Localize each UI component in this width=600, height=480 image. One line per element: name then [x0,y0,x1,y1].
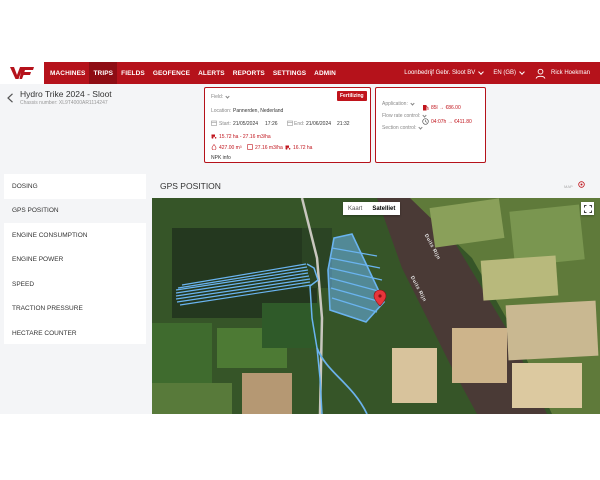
start-date: 21/05/2024 [233,121,259,127]
user-icon [535,68,546,79]
language-selector[interactable]: EN (GB) [488,69,529,76]
user-menu[interactable]: Rick Hoekman [529,68,600,79]
gps-map[interactable]: Duits Rijn Duits Rijn Kaart Satelliet [152,198,600,414]
flow-rate-selector[interactable]: Flow rate control: [382,113,427,119]
sidebar-item-hectare-counter[interactable]: HECTARE COUNTER [4,321,146,346]
fuel-pump-icon [423,105,429,111]
trip-title: Hydro Trike 2024 - Sloot [20,89,112,99]
nav-item-reports[interactable]: REPORTS [229,62,269,84]
sidebar-item-engine-consumption[interactable]: ENGINE CONSUMPTION [4,223,146,248]
fullscreen-button[interactable] [581,202,594,215]
application-label: Application: [382,101,408,107]
fullscreen-icon [583,204,592,213]
application-rate: 27.16 m3/ha [255,145,283,151]
drop-icon [211,144,217,150]
application-selector[interactable]: Application: [382,101,415,107]
section-control-label: Section control: [382,125,417,131]
location-value: Pannerden, Nederland [233,108,284,114]
map-type-toggle: Kaart Satelliet [343,202,401,215]
brand-logo[interactable] [0,62,44,84]
company-name: Loonbedrijf Gebr. Sloot BV [404,70,476,76]
end-date: 21/06/2024 [306,121,332,127]
chevron-down-icon [478,69,485,75]
rate-icon [247,144,253,150]
app-frame: MACHINES TRIPS FIELDS GEOFENCE ALERTS RE… [0,62,600,414]
field-selector[interactable]: Field: [211,94,230,100]
tractor-icon [211,134,217,139]
chevron-down-icon [422,113,427,118]
end-label: End: [294,121,305,127]
end-time: 21:32 [337,121,350,127]
sidebar-item-gps-position[interactable]: GPS POSITION [4,198,146,223]
back-arrow-icon[interactable] [6,93,14,103]
section-control-selector[interactable]: Section control: [382,125,424,131]
hectare-icon [285,145,291,150]
sidebar-item-dosing[interactable]: DOSING [4,174,146,199]
top-nav: MACHINES TRIPS FIELDS GEOFENCE ALERTS RE… [0,62,600,84]
gps-title: GPS POSITION [160,181,221,191]
area-rate: 15.72 ha - 27.16 m3/ha [219,134,271,140]
calendar-icon [211,120,217,126]
company-selector[interactable]: Loonbedrijf Gebr. Sloot BV [399,69,488,76]
nav-item-fields[interactable]: FIELDS [117,62,149,84]
nav-item-trips[interactable]: TRIPS [89,62,118,84]
location-pin-icon[interactable] [578,181,585,189]
sidebar-item-engine-power[interactable]: ENGINE POWER [4,248,146,273]
sidebar-item-speed[interactable]: SPEED [4,272,146,297]
total-volume: 427.00 m³ [219,145,242,151]
nav-item-geofence[interactable]: GEOFENCE [149,62,194,84]
vf-logo-icon [10,67,34,79]
nav-item-machines[interactable]: MACHINES [46,62,89,84]
user-name: Rick Hoekman [550,70,590,76]
fuel-cost: 85l → €86.00 [431,105,461,111]
chevron-down-icon [410,101,415,106]
cost-info-card: Application: Flow rate control: Section … [375,87,486,163]
clock-icon [422,118,429,125]
field-label: Field: [211,94,224,100]
calendar-icon [287,120,293,126]
product-info: NPK info [211,155,231,161]
sidebar-item-traction-pressure[interactable]: TRACTION PRESSURE [4,297,146,322]
trip-info-card: Field: Fertilizing Location: Pannerden, … [204,87,371,163]
chart-sidebar: DOSING GPS POSITION ENGINE CONSUMPTION E… [4,174,146,344]
chevron-down-icon [225,94,230,99]
hectares-value: 16.72 ha [293,145,313,151]
start-time: 17:26 [265,121,278,127]
nav-item-alerts[interactable]: ALERTS [194,62,229,84]
nav-item-admin[interactable]: ADMIN [310,62,340,84]
start-label: Start: [219,121,231,127]
nav-right: Loonbedrijf Gebr. Sloot BV EN (GB) Rick … [399,62,600,84]
main-menu: MACHINES TRIPS FIELDS GEOFENCE ALERTS RE… [46,62,340,84]
flow-rate-label: Flow rate control: [382,113,421,119]
nav-item-settings[interactable]: SETTINGS [269,62,310,84]
map-type-kaart-button[interactable]: Kaart [343,202,367,215]
satellite-map-image [152,198,600,414]
chassis-number: Chassis number: XL9T4000AR1114247 [20,100,108,106]
chevron-down-icon [418,125,424,130]
language-label: EN (GB) [493,70,516,76]
activity-badge: Fertilizing [337,91,367,101]
chevron-down-icon [519,69,525,75]
time-cost: 04:07h → €411.80 [431,119,472,125]
map-label: MAP [564,184,573,189]
location-label: Location: [211,108,232,114]
map-type-satellite-button[interactable]: Satelliet [367,202,400,215]
